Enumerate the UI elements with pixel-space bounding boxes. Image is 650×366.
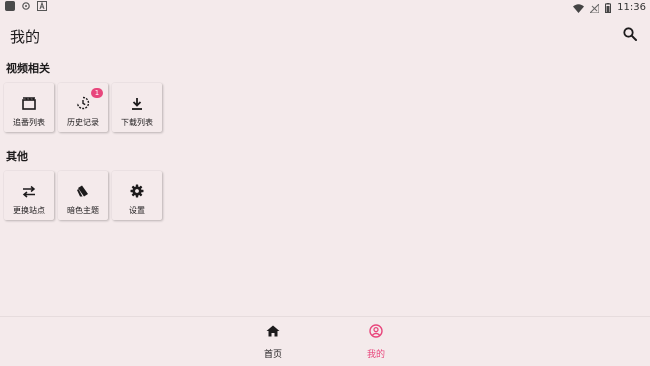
tile-switch-site[interactable]: 更换站点 [4, 171, 54, 220]
status-bar: 11:36 [0, 0, 650, 14]
tile-label: 下载列表 [121, 118, 153, 127]
gear-notification-icon [21, 1, 31, 11]
nav-label-mine: 我的 [366, 350, 385, 360]
history-badge: 1 [91, 88, 103, 98]
search-button[interactable] [622, 26, 638, 42]
page-title: 我的 [10, 28, 41, 46]
download-icon [130, 96, 144, 110]
tile-history[interactable]: 1 历史记录 [58, 83, 108, 132]
gear-icon [130, 184, 144, 198]
nav-label-home: 首页 [263, 350, 282, 360]
tile-label: 暗色主题 [67, 206, 99, 215]
tile-settings[interactable]: 设置 [112, 171, 162, 220]
notification-app-icon [5, 1, 15, 11]
battery-icon [605, 0, 612, 17]
app-bar: 我的 [0, 20, 650, 50]
history-icon [76, 96, 90, 110]
section-title-other: 其他 [6, 150, 28, 163]
tile-dark-theme[interactable]: 暗色主题 [58, 171, 108, 220]
home-icon [265, 323, 281, 339]
clapperboard-icon [22, 96, 36, 110]
search-icon [623, 27, 637, 41]
wifi-icon [573, 0, 585, 17]
tile-follow-list[interactable]: 追番列表 [4, 83, 54, 132]
tile-label: 追番列表 [13, 118, 45, 127]
nav-item-mine[interactable]: 我的 [351, 323, 401, 360]
bottom-navigation: 首页 我的 [0, 316, 650, 366]
dark-theme-icon [76, 184, 90, 198]
account-circle-icon [368, 323, 384, 339]
swap-icon [22, 184, 36, 198]
section-title-video: 视频相关 [6, 62, 50, 75]
tile-download-list[interactable]: 下载列表 [112, 83, 162, 132]
tile-label: 更换站点 [13, 206, 45, 215]
video-section-grid: 追番列表 1 历史记录 下载列表 [4, 83, 162, 132]
nav-item-home[interactable]: 首页 [248, 323, 298, 360]
tile-label: 设置 [129, 206, 145, 215]
tile-label: 历史记录 [67, 118, 99, 127]
status-time: 11:36 [617, 1, 646, 13]
font-notification-icon [37, 1, 47, 11]
no-signal-icon [588, 0, 600, 17]
other-section-grid: 更换站点 暗色主题 设置 [4, 171, 162, 220]
